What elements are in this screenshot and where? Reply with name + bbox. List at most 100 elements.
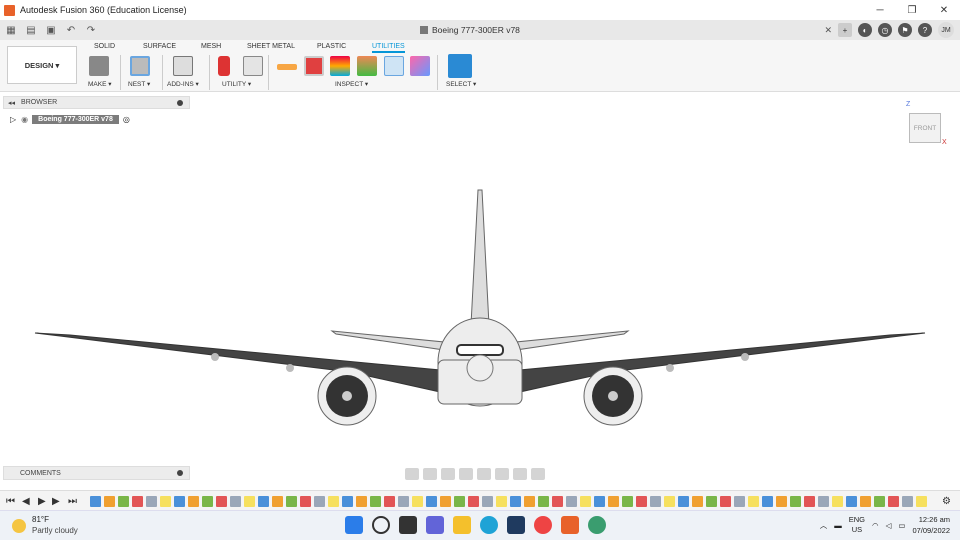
timeline-feature[interactable] bbox=[678, 496, 689, 507]
timeline-feature[interactable] bbox=[118, 496, 129, 507]
start-icon[interactable] bbox=[345, 516, 363, 534]
timeline-feature[interactable] bbox=[692, 496, 703, 507]
task-view-icon[interactable] bbox=[399, 516, 417, 534]
clock[interactable]: 12:26 am 07/09/2022 bbox=[912, 514, 950, 536]
timeline-feature[interactable] bbox=[286, 496, 297, 507]
chat-icon[interactable] bbox=[426, 516, 444, 534]
document-tab[interactable]: Boeing 777-300ER v78 bbox=[420, 20, 520, 40]
timeline-feature[interactable] bbox=[622, 496, 633, 507]
timeline-feature[interactable] bbox=[370, 496, 381, 507]
group-utility[interactable]: UTILITY ▾ bbox=[222, 80, 251, 88]
search-icon[interactable] bbox=[372, 516, 390, 534]
grid-menu-icon[interactable]: ▦ bbox=[2, 22, 20, 38]
viewports-icon[interactable] bbox=[531, 468, 545, 480]
battery-icon[interactable]: ▭ bbox=[898, 521, 905, 530]
timeline-feature[interactable] bbox=[818, 496, 829, 507]
timeline-feature[interactable] bbox=[650, 496, 661, 507]
timeline-feature[interactable] bbox=[762, 496, 773, 507]
timeline-feature[interactable] bbox=[174, 496, 185, 507]
user-avatar[interactable]: JM bbox=[938, 22, 954, 38]
timeline-feature[interactable] bbox=[916, 496, 927, 507]
make-3d-print-icon[interactable] bbox=[89, 56, 109, 76]
comments-pin-icon[interactable] bbox=[177, 470, 183, 476]
timeline-feature[interactable] bbox=[566, 496, 577, 507]
timeline-next-icon[interactable]: ▶ bbox=[52, 496, 60, 507]
save-icon[interactable]: ▣ bbox=[42, 22, 60, 38]
timeline-feature[interactable] bbox=[804, 496, 815, 507]
center-of-mass-icon[interactable] bbox=[410, 56, 430, 76]
timeline-feature[interactable] bbox=[902, 496, 913, 507]
file-explorer-icon[interactable] bbox=[453, 516, 471, 534]
timeline-feature[interactable] bbox=[874, 496, 885, 507]
timeline-feature[interactable] bbox=[482, 496, 493, 507]
timeline-feature[interactable] bbox=[510, 496, 521, 507]
browser-root-item[interactable]: ▷ ◉ Boeing 777-300ER v78 ◎ bbox=[10, 113, 130, 126]
timeline-feature[interactable] bbox=[244, 496, 255, 507]
volume-icon[interactable]: ◁ bbox=[886, 521, 892, 530]
timeline-feature[interactable] bbox=[258, 496, 269, 507]
section-analysis-icon[interactable] bbox=[384, 56, 404, 76]
timeline-feature[interactable] bbox=[160, 496, 171, 507]
timeline-play-icon[interactable]: ▶ bbox=[38, 496, 46, 507]
timeline-feature[interactable] bbox=[90, 496, 101, 507]
timeline-feature[interactable] bbox=[538, 496, 549, 507]
timeline-feature[interactable] bbox=[664, 496, 675, 507]
curvature-icon[interactable] bbox=[357, 56, 377, 76]
weather-sun-icon[interactable] bbox=[12, 519, 26, 533]
store-icon[interactable] bbox=[507, 516, 525, 534]
nest-icon[interactable] bbox=[130, 56, 150, 76]
timeline-feature[interactable] bbox=[230, 496, 241, 507]
timeline-feature[interactable] bbox=[300, 496, 311, 507]
display-settings-icon[interactable] bbox=[495, 468, 509, 480]
timeline-feature[interactable] bbox=[832, 496, 843, 507]
group-make[interactable]: MAKE ▾ bbox=[88, 80, 112, 88]
activate-component-icon[interactable]: ◎ bbox=[123, 115, 130, 124]
group-inspect[interactable]: INSPECT ▾ bbox=[335, 80, 368, 88]
interference-icon[interactable] bbox=[304, 56, 324, 76]
timeline-feature[interactable] bbox=[748, 496, 759, 507]
close-tab-icon[interactable]: ✕ bbox=[824, 25, 832, 36]
visibility-eye-icon[interactable]: ◉ bbox=[21, 115, 28, 124]
minimize-button[interactable]: ─ bbox=[864, 0, 896, 20]
grid-settings-icon[interactable] bbox=[513, 468, 527, 480]
comments-panel-header[interactable]: COMMENTS bbox=[3, 466, 190, 480]
timeline-feature[interactable] bbox=[398, 496, 409, 507]
tab-solid[interactable]: SOLID bbox=[94, 43, 115, 50]
timeline-feature[interactable] bbox=[790, 496, 801, 507]
timeline-feature[interactable] bbox=[524, 496, 535, 507]
expand-arrow-icon[interactable]: ▷ bbox=[10, 115, 16, 124]
look-at-icon[interactable] bbox=[423, 468, 437, 480]
utility-table-icon[interactable] bbox=[243, 56, 263, 76]
browser-panel-header[interactable]: ◂◂ BROWSER bbox=[3, 96, 190, 109]
timeline-feature[interactable] bbox=[356, 496, 367, 507]
globe-app-icon[interactable] bbox=[588, 516, 606, 534]
help-icon[interactable]: ? bbox=[918, 23, 932, 37]
timeline-feature[interactable] bbox=[412, 496, 423, 507]
select-icon[interactable] bbox=[448, 54, 472, 78]
timeline-feature[interactable] bbox=[328, 496, 339, 507]
timeline-feature[interactable] bbox=[272, 496, 283, 507]
group-nest[interactable]: NEST ▾ bbox=[128, 80, 150, 88]
timeline-feature[interactable] bbox=[860, 496, 871, 507]
tab-sheet-metal[interactable]: SHEET METAL bbox=[247, 43, 295, 50]
tab-surface[interactable]: SURFACE bbox=[143, 43, 176, 50]
timeline-settings-icon[interactable]: ⚙ bbox=[942, 496, 951, 507]
timeline-feature[interactable] bbox=[468, 496, 479, 507]
zebra-icon[interactable] bbox=[330, 56, 350, 76]
file-icon[interactable]: ▤ bbox=[22, 22, 40, 38]
timeline-feature-strip[interactable] bbox=[90, 494, 930, 509]
tab-utilities[interactable]: UTILITIES bbox=[372, 43, 405, 53]
undo-icon[interactable]: ↶ bbox=[62, 22, 80, 38]
weather-description[interactable]: Partly cloudy bbox=[32, 526, 78, 535]
timeline-prev-icon[interactable]: ◀ bbox=[22, 496, 30, 507]
timeline-feature[interactable] bbox=[888, 496, 899, 507]
zoom-icon[interactable] bbox=[459, 468, 473, 480]
timeline-feature[interactable] bbox=[342, 496, 353, 507]
timeline-feature[interactable] bbox=[636, 496, 647, 507]
timeline-feature[interactable] bbox=[496, 496, 507, 507]
new-tab-icon[interactable]: + bbox=[838, 23, 852, 37]
timeline-feature[interactable] bbox=[734, 496, 745, 507]
wifi-icon[interactable]: ◠ bbox=[872, 521, 879, 530]
workspace-switcher[interactable]: DESIGN ▾ bbox=[7, 46, 77, 84]
timeline-feature[interactable] bbox=[720, 496, 731, 507]
